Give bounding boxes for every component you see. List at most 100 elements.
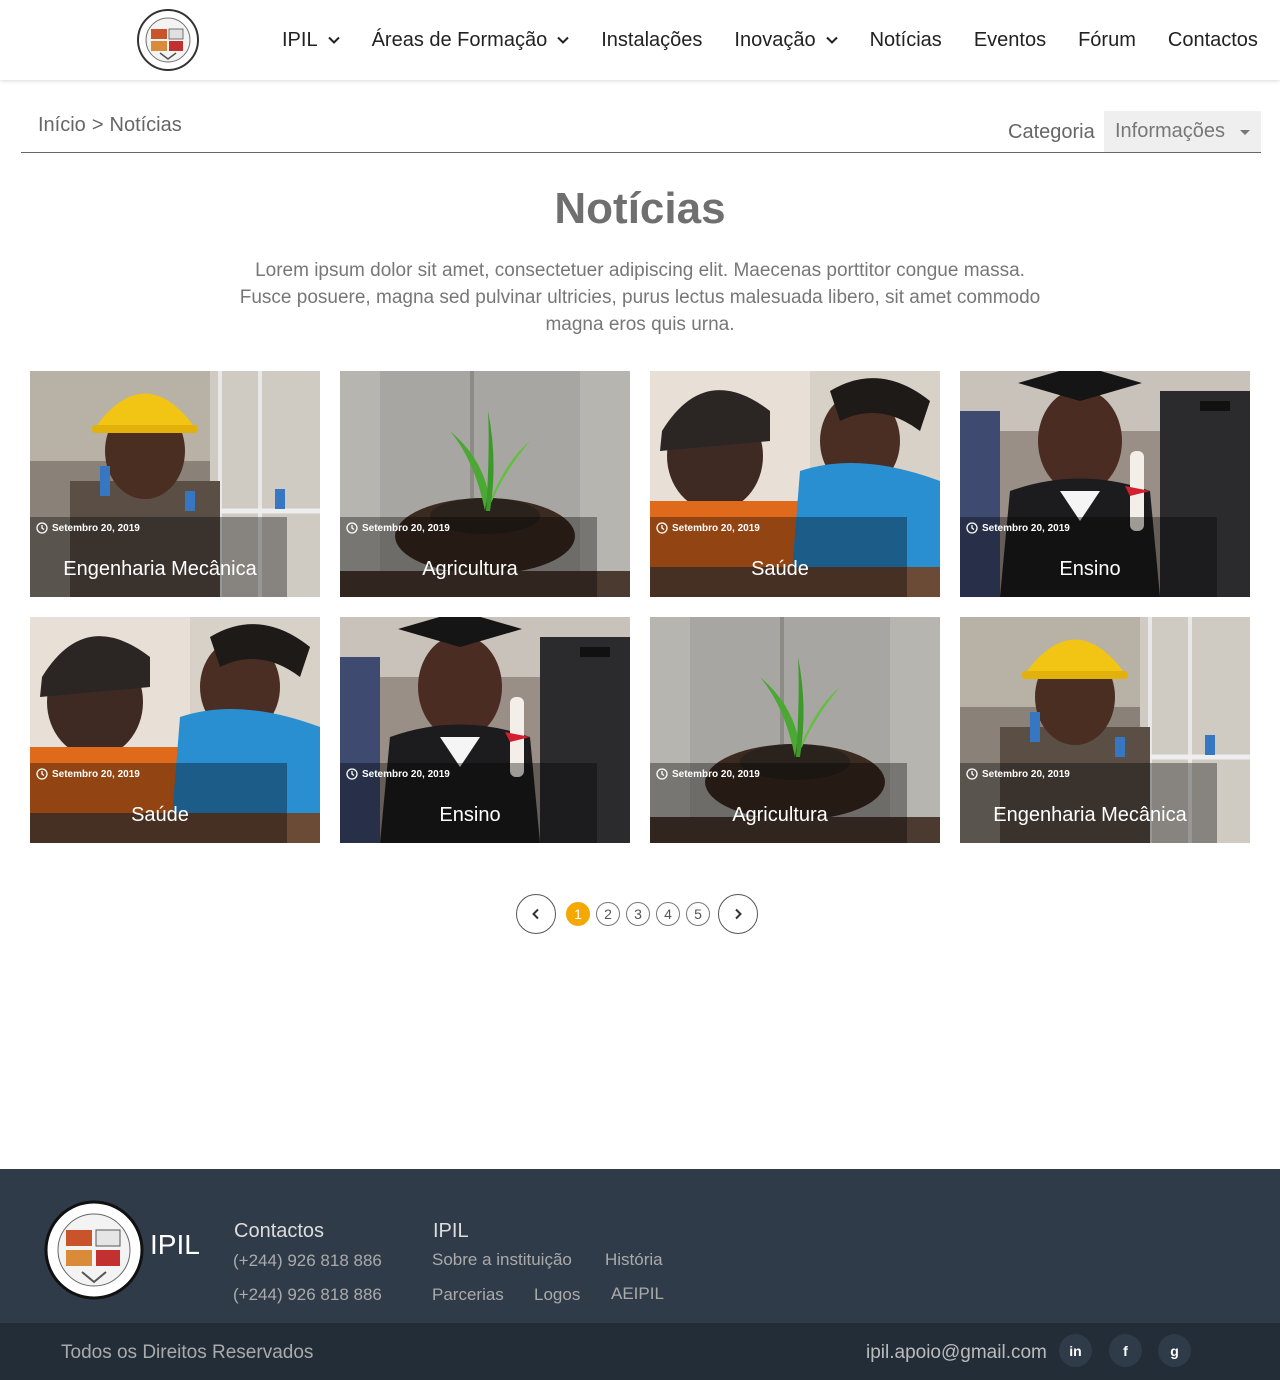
card-date-text: Setembro 20, 2019	[982, 768, 1070, 780]
nav-item-label: Inovação	[734, 28, 816, 51]
next-page-button[interactable]	[718, 894, 758, 934]
footer-link-parcerias[interactable]: Parcerias	[432, 1285, 504, 1305]
card-title: Ensino	[1059, 558, 1121, 580]
nav-item-contactos[interactable]: Contactos	[1152, 20, 1274, 60]
card-date: Setembro 20, 2019	[656, 768, 760, 780]
card-date-text: Setembro 20, 2019	[672, 522, 760, 534]
card-date-text: Setembro 20, 2019	[52, 768, 140, 780]
footer-brand: IPIL	[150, 1229, 200, 1260]
clock-icon	[656, 768, 668, 780]
category-label: Categoria	[1008, 121, 1095, 143]
ipil-logo[interactable]	[44, 1200, 144, 1300]
page-button-3[interactable]: 3	[626, 902, 650, 926]
breadcrumb-current: Notícias	[109, 114, 182, 136]
page-title: Notícias	[554, 184, 726, 233]
nav-item-label: IPIL	[282, 28, 318, 51]
card-title: Agricultura	[422, 558, 518, 580]
news-card[interactable]: Setembro 20, 2019 Ensino	[960, 371, 1250, 597]
page-button-4[interactable]: 4	[656, 902, 680, 926]
nav-item-noticias[interactable]: Notícias	[854, 20, 958, 60]
footer-phone-1[interactable]: (+244) 926 818 886	[233, 1251, 382, 1271]
facebook-icon[interactable]: f	[1109, 1334, 1142, 1367]
breadcrumb-home-link[interactable]: Início	[38, 114, 86, 137]
chevron-down-icon	[825, 36, 838, 44]
linkedin-icon[interactable]: in	[1059, 1334, 1092, 1367]
footer-contacts-title: Contactos	[234, 1220, 325, 1242]
copyright-text: Todos os Direitos Reservados	[61, 1342, 314, 1363]
page-numbers: 1 2 3 4 5	[566, 902, 710, 926]
card-title: Saúde	[751, 558, 809, 580]
clock-icon	[36, 768, 48, 780]
nav-item-ipil[interactable]: IPIL	[266, 20, 356, 60]
chevron-right-icon	[735, 908, 742, 920]
card-title: Saúde	[131, 804, 189, 826]
clock-icon	[36, 522, 48, 534]
main-nav: IPIL Áreas de Formação Instalações Inova…	[266, 0, 1274, 80]
footer-link-aeipil[interactable]: AEIPIL	[611, 1284, 664, 1304]
site-footer: IPIL Contactos (+244) 926 818 886 (+244)…	[0, 1169, 1280, 1323]
card-title: Agricultura	[732, 804, 828, 826]
breadcrumb-bar: Início > Notícias Categoria Informações	[21, 104, 1261, 153]
category-select[interactable]: Informações	[1104, 111, 1261, 152]
card-date: Setembro 20, 2019	[36, 768, 140, 780]
card-date: Setembro 20, 2019	[346, 768, 450, 780]
site-header: IPIL Áreas de Formação Instalações Inova…	[0, 0, 1280, 80]
news-card[interactable]: Setembro 20, 2019 Saúde	[30, 617, 320, 843]
card-title: Engenharia Mecânica	[63, 558, 257, 580]
card-date: Setembro 20, 2019	[966, 522, 1070, 534]
footer-phone-2[interactable]: (+244) 926 818 886	[233, 1285, 382, 1305]
card-date: Setembro 20, 2019	[656, 522, 760, 534]
card-title: Ensino	[439, 804, 501, 826]
footer-link-logos[interactable]: Logos	[534, 1285, 580, 1305]
footer-ipil-title: IPIL	[433, 1220, 469, 1242]
nav-item-areas-de-formacao[interactable]: Áreas de Formação	[356, 20, 586, 60]
nav-item-inovacao[interactable]: Inovação	[718, 20, 853, 60]
card-date: Setembro 20, 2019	[346, 522, 450, 534]
clock-icon	[966, 522, 978, 534]
breadcrumb: Início > Notícias	[38, 114, 182, 137]
google-icon[interactable]: g	[1158, 1334, 1191, 1367]
page-button-5[interactable]: 5	[686, 902, 710, 926]
footer-bottom-bar: Todos os Direitos Reservados ipil.apoio@…	[0, 1323, 1280, 1380]
nav-item-label: Áreas de Formação	[371, 28, 548, 51]
chevron-down-icon	[557, 36, 569, 44]
nav-item-label: Fórum	[1078, 28, 1136, 51]
news-card[interactable]: Setembro 20, 2019 Agricultura	[340, 371, 630, 597]
card-date-text: Setembro 20, 2019	[52, 522, 140, 534]
nav-item-label: Contactos	[1167, 28, 1258, 51]
card-date-text: Setembro 20, 2019	[362, 768, 450, 780]
contact-email[interactable]: ipil.apoio@gmail.com	[866, 1342, 1047, 1364]
footer-link-sobre[interactable]: Sobre a instituição	[432, 1250, 572, 1270]
news-card[interactable]: Setembro 20, 2019 Engenharia Mecânica	[960, 617, 1250, 843]
nav-item-label: Notícias	[869, 28, 942, 51]
pagination: 1 2 3 4 5	[516, 894, 758, 934]
news-card[interactable]: Setembro 20, 2019 Saúde	[650, 371, 940, 597]
category-selected-value: Informações	[1115, 120, 1226, 142]
nav-item-eventos[interactable]: Eventos	[958, 20, 1062, 60]
chevron-down-icon	[327, 36, 340, 44]
chevron-left-icon	[532, 908, 539, 920]
page-button-1[interactable]: 1	[566, 902, 590, 926]
page-button-2[interactable]: 2	[596, 902, 620, 926]
clock-icon	[966, 768, 978, 780]
clock-icon	[346, 522, 358, 534]
nav-item-label: Instalações	[601, 28, 703, 51]
nav-item-instalacoes[interactable]: Instalações	[585, 20, 718, 60]
news-grid: Setembro 20, 2019 Engenharia Mecânica Se…	[30, 371, 1250, 843]
card-title: Engenharia Mecânica	[993, 804, 1187, 826]
card-date-text: Setembro 20, 2019	[362, 522, 450, 534]
news-card[interactable]: Setembro 20, 2019 Engenharia Mecânica	[30, 371, 320, 597]
footer-link-historia[interactable]: História	[605, 1250, 663, 1270]
page-intro: Lorem ipsum dolor sit amet, consectetuer…	[239, 260, 1041, 335]
clock-icon	[656, 522, 668, 534]
breadcrumb-separator: >	[91, 114, 104, 136]
ipil-logo[interactable]	[136, 9, 200, 71]
card-date-text: Setembro 20, 2019	[982, 522, 1070, 534]
previous-page-button[interactable]	[516, 894, 556, 934]
card-date-text: Setembro 20, 2019	[672, 768, 760, 780]
card-date: Setembro 20, 2019	[36, 522, 140, 534]
news-card[interactable]: Setembro 20, 2019 Ensino	[340, 617, 630, 843]
caret-down-icon	[1240, 130, 1250, 135]
nav-item-forum[interactable]: Fórum	[1062, 20, 1152, 60]
news-card[interactable]: Setembro 20, 2019 Agricultura	[650, 617, 940, 843]
